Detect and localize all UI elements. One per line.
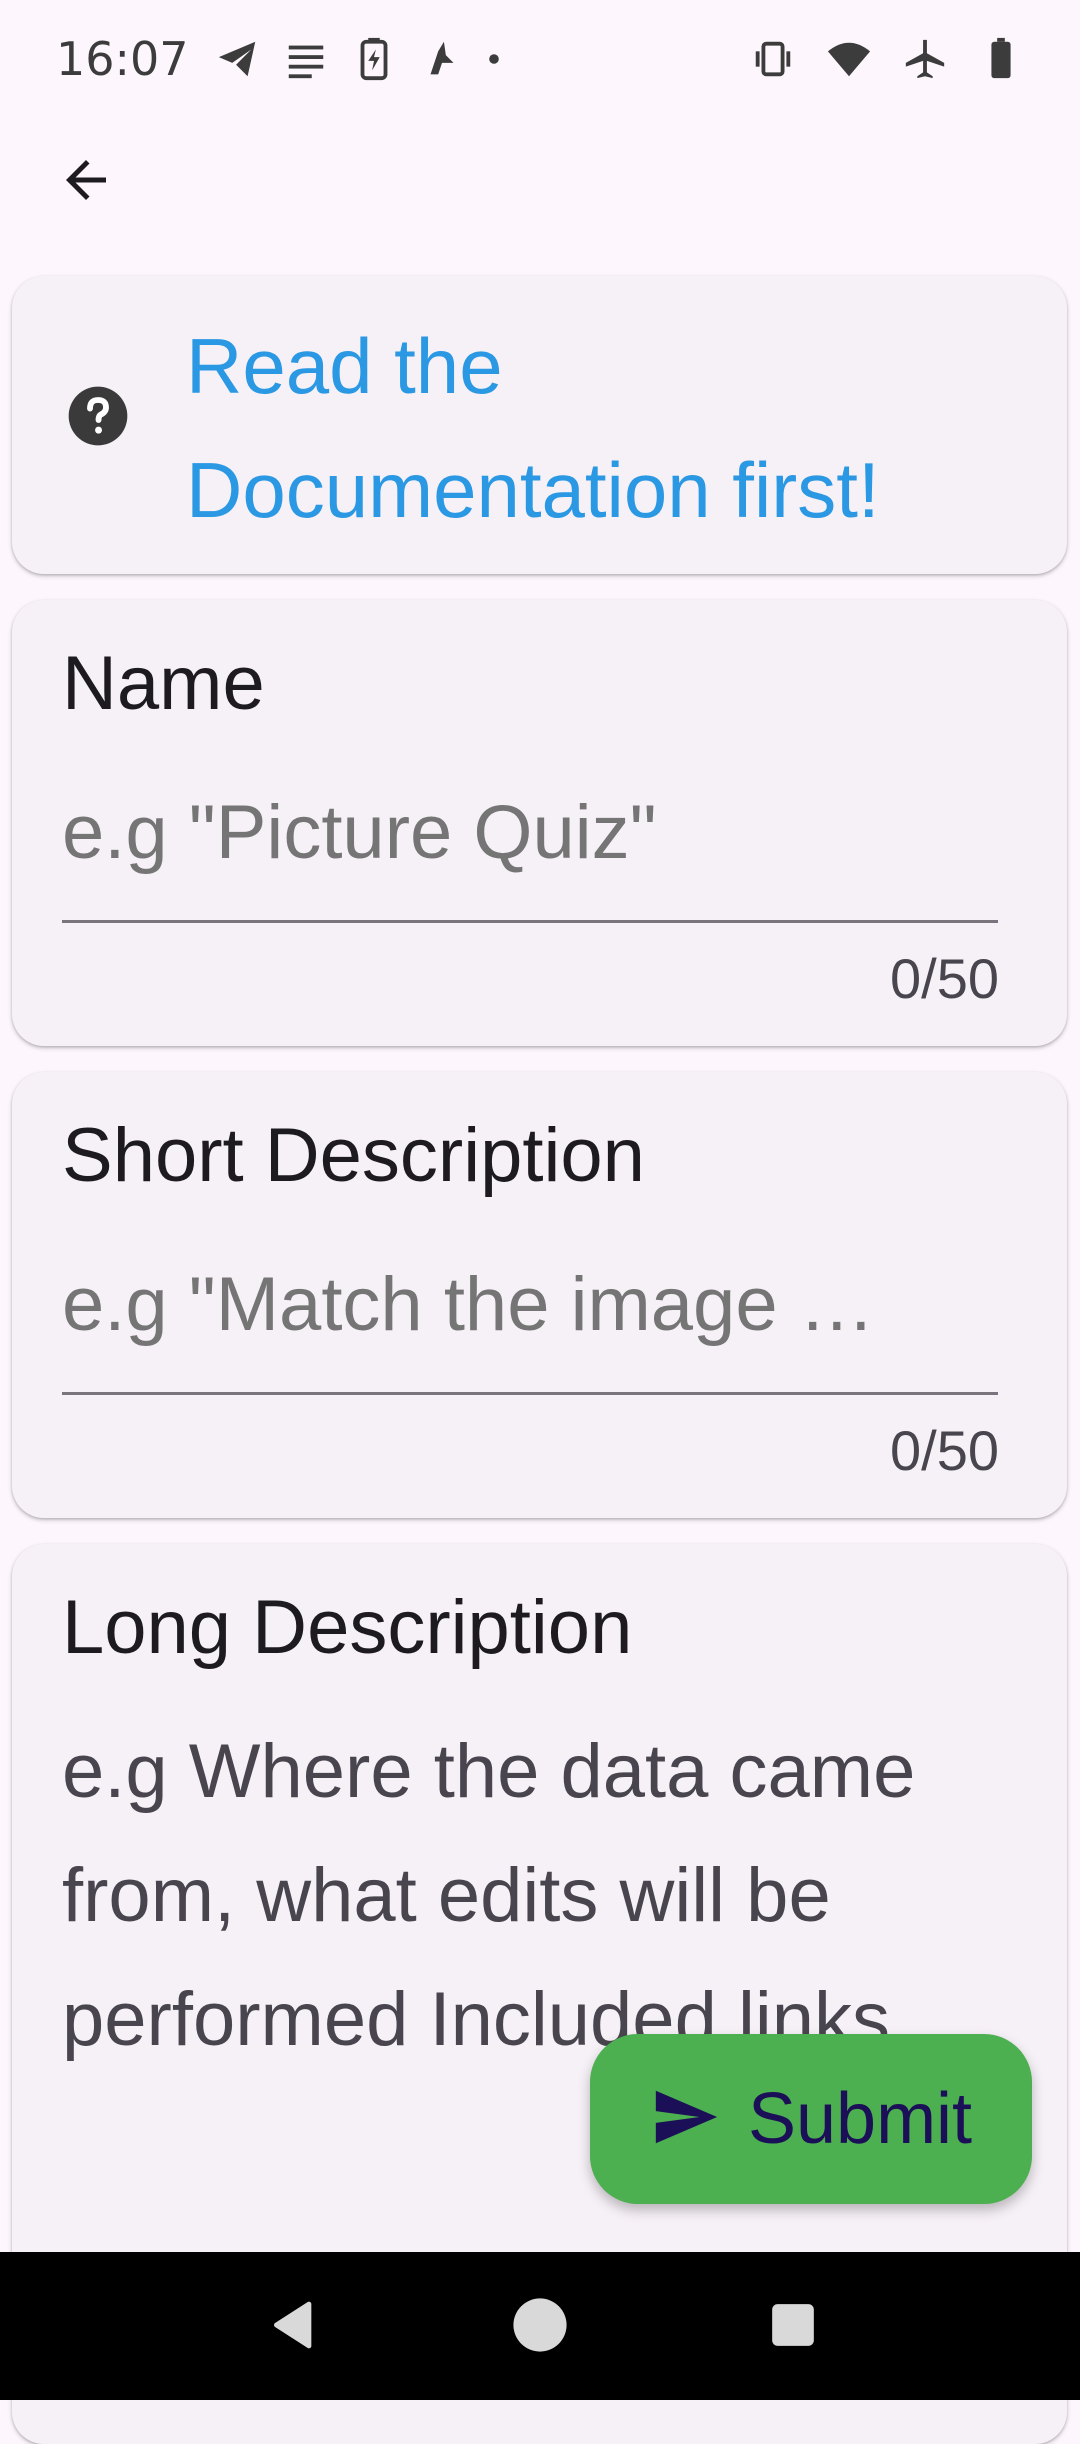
short-description-counter: 0/50 — [890, 1419, 999, 1482]
dot-icon — [487, 36, 501, 82]
name-label: Name — [62, 641, 265, 726]
status-bar: 16:07 — [0, 0, 1080, 118]
long-description-input[interactable]: e.g Where the data came from, what edits… — [62, 1710, 1002, 2082]
short-description-label: Short Description — [62, 1113, 645, 1198]
name-field-card: Name 0/50 — [12, 600, 1067, 1046]
name-underline — [62, 920, 998, 923]
notes-icon — [283, 36, 329, 82]
nav-home-button[interactable] — [495, 2282, 585, 2372]
telegram-icon — [215, 36, 261, 82]
wifi-icon — [826, 36, 872, 82]
short-description-input[interactable] — [62, 1254, 998, 1354]
short-description-field-card: Short Description 0/50 — [12, 1072, 1067, 1518]
back-button[interactable] — [46, 142, 126, 222]
navigation-bar — [0, 2252, 1080, 2400]
recents-square-icon — [768, 2300, 818, 2354]
status-left-icons — [215, 36, 501, 82]
submit-button[interactable]: Submit — [590, 2034, 1032, 2204]
app-notification-icon — [419, 36, 465, 82]
name-input[interactable] — [62, 782, 998, 882]
vibrate-icon — [750, 36, 796, 82]
home-circle-icon — [511, 2296, 569, 2358]
airplane-icon — [902, 36, 948, 82]
documentation-link[interactable]: Read the Documentation first! — [186, 304, 1046, 552]
battery-icon — [978, 36, 1024, 82]
nav-back-button[interactable] — [250, 2282, 340, 2372]
help-circle-icon — [66, 384, 150, 468]
name-counter: 0/50 — [890, 947, 999, 1010]
long-description-label: Long Description — [62, 1585, 633, 1670]
battery-charging-icon — [351, 36, 397, 82]
app-bar — [0, 118, 1080, 238]
status-right-icons — [750, 36, 1024, 82]
documentation-card[interactable]: Read the Documentation first! — [12, 276, 1067, 574]
short-description-underline — [62, 1392, 998, 1395]
back-triangle-icon — [267, 2297, 323, 2357]
submit-label: Submit — [747, 2079, 973, 2159]
nav-recents-button[interactable] — [748, 2282, 838, 2372]
status-time: 16:07 — [56, 32, 189, 86]
send-icon — [650, 2082, 720, 2156]
arrow-back-icon — [56, 150, 116, 214]
